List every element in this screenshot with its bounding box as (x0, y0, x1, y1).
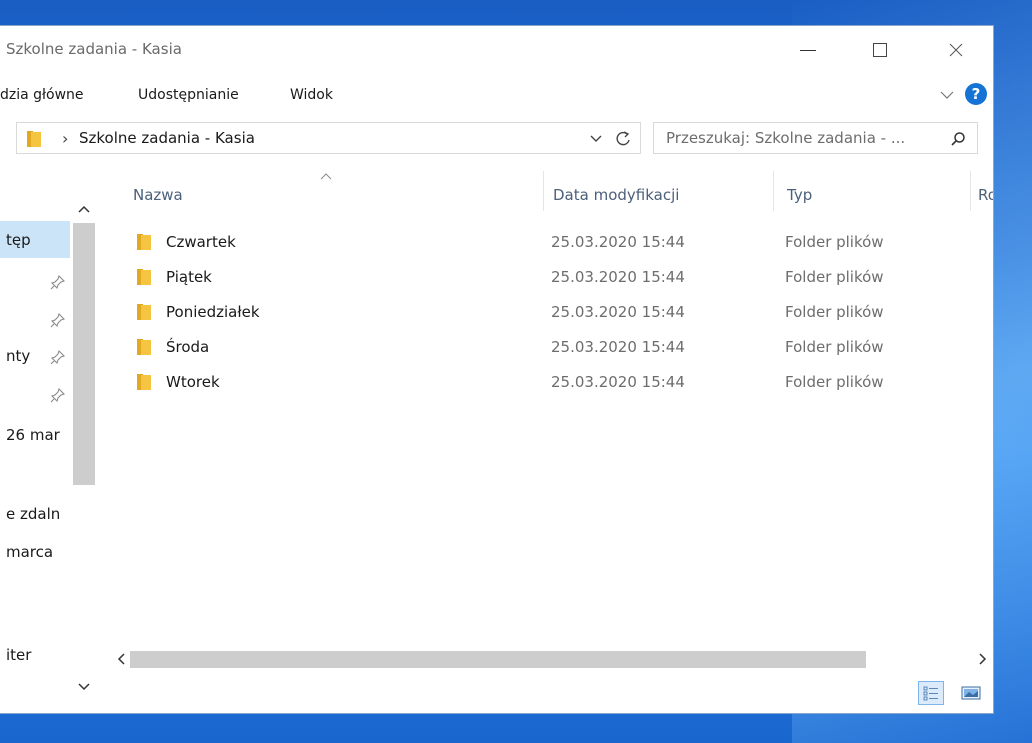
horizontal-scrollbar[interactable] (100, 648, 993, 670)
scroll-right-icon[interactable] (978, 653, 988, 665)
file-date: 25.03.2020 15:44 (551, 303, 685, 321)
file-row[interactable]: Poniedziałek 25.03.2020 15:44 Folder pli… (120, 294, 990, 328)
file-explorer-window: Szkolne zadania - Kasia ​dzia główne Udo… (0, 26, 993, 713)
file-row[interactable]: Piątek 25.03.2020 15:44 Folder plików (120, 259, 990, 293)
minimize-button[interactable] (790, 38, 826, 62)
column-header-size[interactable]: Ro (978, 186, 993, 204)
tab-view[interactable]: Widok (290, 87, 333, 103)
close-icon (949, 43, 963, 57)
nav-item-march[interactable]: marca (6, 543, 53, 561)
column-separator[interactable] (543, 171, 544, 211)
minimize-icon (800, 49, 816, 51)
file-row[interactable]: Środa 25.03.2020 15:44 Folder plików (120, 329, 990, 363)
nav-item-quick-access[interactable]: tęp (6, 231, 31, 249)
nav-scrollbar-thumb[interactable] (73, 223, 95, 485)
ribbon-expand-button[interactable] (936, 80, 958, 108)
folder-icon (137, 269, 151, 285)
maximize-icon (873, 43, 887, 57)
maximize-button[interactable] (862, 38, 898, 62)
file-type: Folder plików (785, 233, 884, 251)
pin-icon[interactable] (50, 274, 66, 290)
status-bar (0, 672, 993, 713)
large-icons-view-button[interactable] (958, 681, 984, 705)
file-row[interactable]: Wtorek 25.03.2020 15:44 Folder plików (120, 364, 990, 398)
file-name: Poniedziałek (166, 303, 260, 321)
file-name: Piątek (166, 268, 212, 286)
folder-icon (137, 339, 151, 355)
navigation-pane: tęp nty 26 mar e zdaln marca iter (0, 171, 97, 691)
scroll-up-icon[interactable] (78, 204, 90, 214)
close-button[interactable] (938, 38, 974, 62)
horizontal-scrollbar-thumb[interactable] (130, 651, 866, 668)
pin-icon[interactable] (50, 312, 66, 328)
search-icon[interactable] (950, 131, 966, 147)
file-name: Środa (166, 338, 210, 356)
search-placeholder: Przeszukaj: Szkolne zadania - ... (666, 129, 906, 147)
pin-icon[interactable] (50, 349, 66, 365)
column-header-date[interactable]: Data modyfikacji (553, 186, 679, 204)
file-type: Folder plików (785, 268, 884, 286)
file-date: 25.03.2020 15:44 (551, 233, 685, 251)
details-view-icon (923, 686, 938, 701)
nav-item-computer[interactable]: iter (6, 646, 31, 664)
nav-item-documents[interactable]: nty (6, 347, 30, 365)
help-icon[interactable]: ? (965, 83, 987, 105)
tab-share[interactable]: Udostępnianie (138, 87, 239, 103)
nav-item-26-march[interactable]: 26 mar (6, 426, 60, 444)
file-type: Folder plików (785, 373, 884, 391)
folder-icon (27, 131, 41, 147)
details-view-button[interactable] (918, 681, 944, 705)
folder-icon (137, 234, 151, 250)
file-type: Folder plików (785, 303, 884, 321)
address-bar[interactable]: › Szkolne zadania - Kasia (16, 122, 641, 154)
chevron-down-icon[interactable] (589, 131, 603, 145)
chevron-right-icon[interactable]: › (62, 129, 68, 148)
pin-icon[interactable] (50, 387, 66, 403)
file-type: Folder plików (785, 338, 884, 356)
address-path[interactable]: Szkolne zadania - Kasia (79, 129, 255, 147)
file-date: 25.03.2020 15:44 (551, 268, 685, 286)
column-header-name[interactable]: Nazwa (133, 186, 183, 204)
folder-icon (137, 304, 151, 320)
file-name: Wtorek (166, 373, 220, 391)
folder-icon (137, 374, 151, 390)
tab-home[interactable]: ​dzia główne (0, 87, 84, 103)
window-title: Szkolne zadania - Kasia (6, 40, 182, 58)
sort-ascending-icon (320, 173, 332, 180)
column-separator[interactable] (970, 171, 971, 211)
column-header-type[interactable]: Typ (787, 186, 812, 204)
large-icons-view-icon (961, 686, 981, 700)
file-name: Czwartek (166, 233, 236, 251)
chevron-down-icon (940, 91, 954, 99)
nav-item-remote-learning[interactable]: e zdaln (6, 505, 60, 523)
scroll-left-icon[interactable] (116, 653, 126, 665)
title-bar: Szkolne zadania - Kasia (0, 26, 993, 74)
file-date: 25.03.2020 15:44 (551, 373, 685, 391)
column-separator[interactable] (773, 171, 774, 211)
file-date: 25.03.2020 15:44 (551, 338, 685, 356)
file-row[interactable]: Czwartek 25.03.2020 15:44 Folder plików (120, 224, 990, 258)
search-input[interactable]: Przeszukaj: Szkolne zadania - ... (653, 122, 978, 154)
refresh-icon[interactable] (614, 130, 632, 148)
ribbon-tabs: ​dzia główne Udostępnianie Widok (0, 78, 993, 110)
